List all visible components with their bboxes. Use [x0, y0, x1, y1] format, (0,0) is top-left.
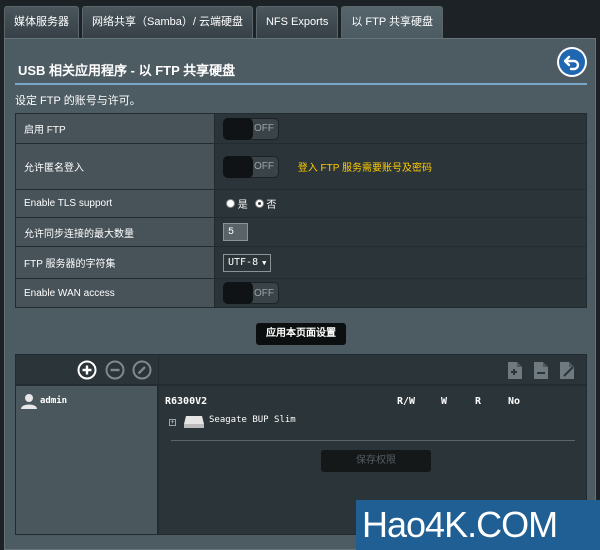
folder-divider	[171, 440, 575, 441]
ftp-settings-table: 启用 FTP OFF 允许匿名登入 OFF 登入 FTP 服务需要账号及密码 E…	[15, 113, 587, 308]
tab-samba-share[interactable]: 网络共享（Samba）/ 云端硬盘	[82, 6, 253, 38]
perm-col-w: W	[441, 396, 448, 407]
edit-account-icon[interactable]	[132, 360, 152, 385]
watermark-text: Hao4K.COM	[362, 504, 558, 545]
max-connections-label: 允许同步连接的最大数量	[15, 217, 215, 247]
account-toolbar	[15, 354, 587, 385]
delete-folder-icon[interactable]	[533, 361, 549, 385]
charset-label: FTP 服务器的字符集	[15, 246, 215, 279]
charset-select[interactable]: UTF-8 ▼	[223, 253, 272, 272]
disk-name[interactable]: Seagate BUP Slim	[209, 415, 296, 425]
save-permissions-button[interactable]: 保存权限	[321, 450, 431, 472]
tls-no-label: 否	[266, 200, 277, 211]
anonymous-login-toggle[interactable]: OFF	[223, 155, 279, 178]
perm-col-r: R	[475, 396, 482, 407]
perm-col-no: No	[508, 396, 521, 407]
back-button[interactable]	[557, 47, 587, 77]
apply-button[interactable]: 应用本页面设置	[256, 323, 346, 345]
wan-access-state: OFF	[254, 287, 274, 299]
anonymous-login-label: 允许匿名登入	[15, 143, 215, 190]
main-panel: USB 相关应用程序 - 以 FTP 共享硬盘 设定 FTP 的账号与许可。 启…	[4, 38, 596, 550]
tls-support-label: Enable TLS support	[15, 189, 215, 218]
anonymous-login-hint: 登入 FTP 服务需要账号及密码	[297, 163, 433, 174]
remove-account-icon[interactable]	[105, 360, 125, 385]
max-connections-input[interactable]	[223, 223, 248, 241]
back-arrow-icon	[559, 49, 585, 75]
hard-disk-icon	[183, 415, 205, 434]
account-item-admin[interactable]: admin	[40, 396, 67, 406]
expand-icon[interactable]: +	[169, 419, 176, 426]
enable-ftp-toggle[interactable]: OFF	[223, 117, 279, 140]
enable-ftp-label: 启用 FTP	[15, 113, 215, 144]
chevron-down-icon: ▼	[262, 258, 267, 267]
add-folder-icon[interactable]	[507, 361, 523, 385]
add-account-icon[interactable]	[77, 360, 97, 385]
account-list: admin	[15, 385, 158, 535]
watermark: Hao4K.COM	[356, 500, 600, 550]
tab-ftp-share[interactable]: 以 FTP 共享硬盘	[341, 6, 444, 38]
anonymous-login-state: OFF	[254, 161, 274, 172]
tls-no-radio[interactable]	[254, 199, 264, 208]
page-subtitle: 设定 FTP 的账号与许可。	[15, 95, 141, 107]
tab-nfs-exports[interactable]: NFS Exports	[255, 6, 339, 38]
perm-col-rw: R/W	[397, 396, 416, 407]
wan-access-toggle[interactable]: OFF	[223, 282, 279, 304]
tls-yes-radio[interactable]	[226, 199, 235, 208]
edit-folder-icon[interactable]	[559, 361, 576, 385]
tls-yes-label: 是	[237, 200, 248, 211]
enable-ftp-state: OFF	[254, 123, 274, 134]
charset-value: UTF-8	[228, 257, 259, 268]
user-avatar-icon	[20, 392, 38, 415]
wan-access-label: Enable WAN access	[15, 278, 215, 308]
device-name: R6300V2	[165, 396, 208, 407]
page-title: USB 相关应用程序 - 以 FTP 共享硬盘	[18, 63, 236, 78]
title-divider	[15, 83, 587, 85]
tab-media-server[interactable]: 媒体服务器	[4, 6, 79, 38]
tab-bar: 媒体服务器 网络共享（Samba）/ 云端硬盘 NFS Exports 以 FT…	[4, 6, 444, 38]
